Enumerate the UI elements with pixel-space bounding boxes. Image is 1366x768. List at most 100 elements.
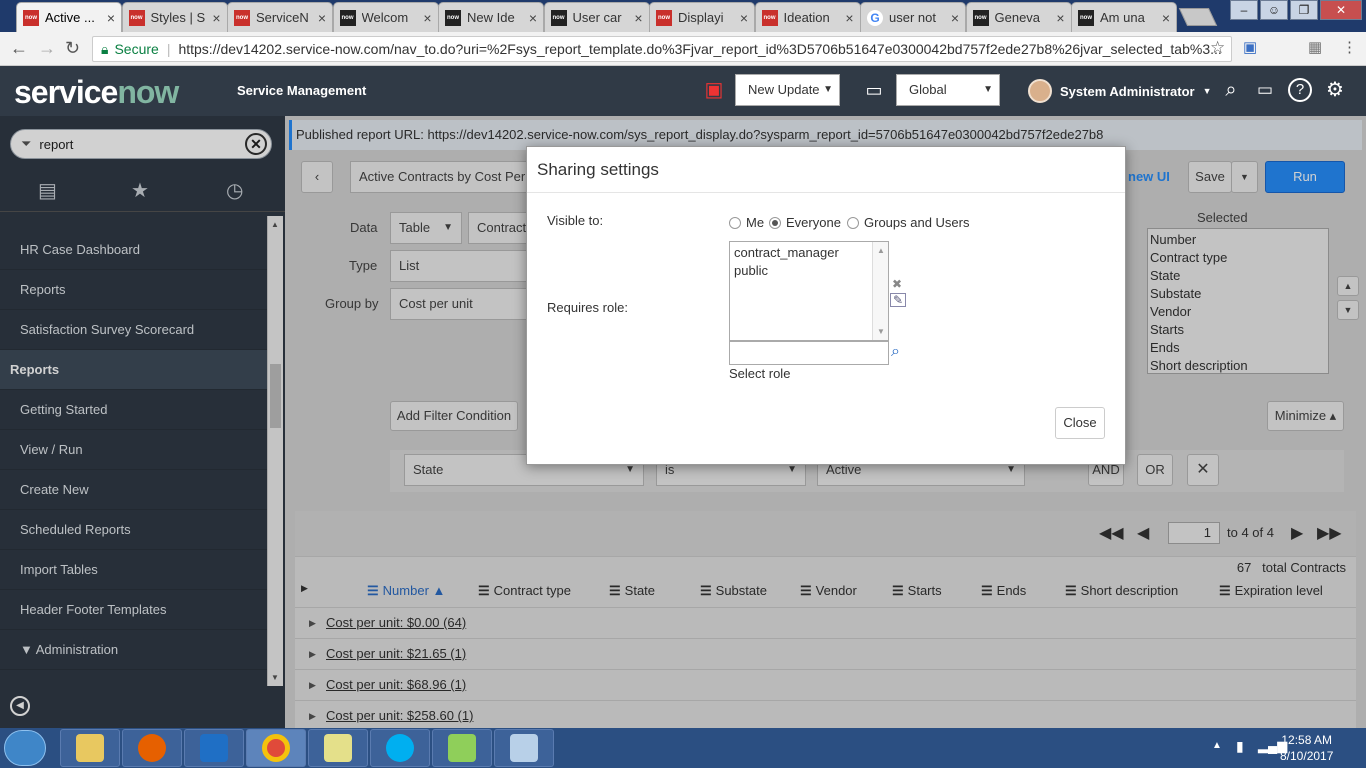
browser-tab[interactable]: now New Ide × [438,2,544,32]
edit-role-icon[interactable]: ✎ [890,293,906,307]
close-tab-icon[interactable]: × [318,10,326,26]
google-icon: G [867,9,883,26]
product-name: Service Management [237,83,367,98]
lookup-search-icon[interactable]: ⌕ [891,343,900,361]
tab-title: New Ide [467,10,515,25]
visibility-radio-option[interactable]: Everyone [769,215,841,230]
close-tab-icon[interactable]: × [107,10,115,26]
sharing-settings-dialog: Sharing settings Visible to: Me Everyone G… [526,146,1126,465]
radio-button[interactable] [847,216,859,229]
close-button[interactable]: Close [1055,407,1105,439]
tab-title: Styles | S [150,10,206,25]
servicenow-icon: now [1078,9,1094,26]
close-window-button[interactable]: ✕ [1320,0,1362,20]
folder-icon [76,734,104,762]
outlook-button[interactable] [184,729,244,767]
system-clock[interactable]: 12:58 AM 8/10/2017 [1280,732,1333,764]
browser-tab[interactable]: now Geneva × [965,2,1072,32]
roles-scrollbar[interactable]: ▲ ▼ [872,242,888,340]
snipping-tool-button[interactable] [494,729,554,767]
browser-tab[interactable]: now Ideation × [754,2,861,32]
extension-icon[interactable]: ▣ [1243,38,1257,56]
update-set-select[interactable]: New Update ▼ [735,74,840,106]
application-scope-icon: ▭ [865,80,883,100]
visibility-radio-option[interactable]: Me [729,215,764,230]
radio-button[interactable] [729,216,741,229]
skype-button[interactable] [370,729,430,767]
secure-label: Secure [114,41,159,57]
clock-time: 12:58 AM [1281,733,1333,747]
close-tab-icon[interactable]: × [845,10,853,26]
browser-tab[interactable]: now Welcom × [332,2,439,32]
start-button[interactable] [4,730,46,766]
servicenow-icon: now [23,9,39,26]
remove-role-icon[interactable]: ✖ [892,277,902,291]
user-menu[interactable]: System Administrator ▼ [1028,79,1212,103]
new-tab-button[interactable] [1178,8,1218,26]
roles-list[interactable]: contract_manager public ▲ ▼ [729,241,889,341]
close-tab-icon[interactable]: × [529,10,537,26]
user-profile-button[interactable]: ☺ [1260,0,1288,20]
close-tab-icon[interactable]: × [1162,10,1170,26]
address-bar: ← → ↻ 🔒︎ Secure | https://dev14202.servi… [0,32,1366,66]
scope-value: Global [909,82,947,97]
menu-icon[interactable]: ⋮ [1342,38,1357,56]
visibility-radio-option[interactable]: Groups and Users [847,215,970,230]
url-field[interactable]: 🔒︎ Secure | https://dev14202.service-now… [92,36,1232,62]
close-tab-icon[interactable]: × [423,10,431,26]
close-tab-icon[interactable]: × [212,10,220,26]
browser-tab[interactable]: now Displayi × [649,2,755,32]
reload-icon[interactable]: ↻ [65,38,80,59]
browser-tab[interactable]: now Styles | S × [121,2,228,32]
role-lookup-input[interactable] [729,341,889,365]
radio-label: Groups and Users [864,215,970,230]
app-header: servicenow Service Management ▣ New Upda… [0,66,1366,116]
avatar [1028,79,1052,103]
url-text: https://dev14202.service-now.com/nav_to.… [178,41,1222,57]
browser-tab[interactable]: now Am una × [1071,2,1177,32]
tab-title: Am una [1100,10,1145,25]
connect-chat-icon[interactable]: ▭ [1253,78,1277,102]
servicenow-icon: now [339,9,356,26]
help-icon[interactable]: ? [1288,78,1312,102]
battery-icon[interactable]: ▮ [1236,738,1244,755]
servicenow-logo[interactable]: servicenow [14,74,179,111]
extension-icon-2[interactable]: ▦ [1308,38,1322,56]
update-set-value: New Update [748,82,820,97]
back-icon[interactable]: ← [10,38,28,59]
browser-tab[interactable]: now Active ... × [16,2,122,32]
browser-tab[interactable]: now ServiceN × [227,2,333,32]
scope-select[interactable]: Global ▼ [896,74,1000,106]
clock-date: 8/10/2017 [1280,749,1334,763]
gear-icon[interactable]: ⚙ [1323,78,1347,102]
tab-title: Active ... [45,10,95,25]
close-tab-icon[interactable]: × [740,10,748,26]
sticky-notes-icon [324,734,352,762]
role-option[interactable]: contract_manager [734,244,884,262]
show-hidden-icons[interactable]: ▲ [1212,740,1222,751]
sticky-notes-button[interactable] [308,729,368,767]
snipping-tool-icon [510,734,538,762]
notepad-plus-button[interactable] [432,729,492,767]
tab-title: User car [572,10,622,25]
chevron-down-icon: ▼ [983,84,993,95]
search-icon[interactable]: ⌕ [1219,78,1243,102]
servicenow-icon: now [234,9,250,26]
select-role-label: Select role [729,366,791,381]
firefox-button[interactable] [122,729,182,767]
close-tab-icon[interactable]: × [951,10,959,26]
file-explorer-button[interactable] [60,729,120,767]
close-tab-icon[interactable]: × [634,10,642,26]
browser-tab[interactable]: Guser not × [860,2,966,32]
role-option[interactable]: public [734,262,884,280]
forward-icon[interactable]: → [38,38,56,59]
skype-icon [386,734,414,762]
radio-button[interactable] [769,216,781,229]
minimize-window-button[interactable]: – [1230,0,1258,20]
restore-window-button[interactable]: ❐ [1290,0,1318,20]
browser-tab[interactable]: now User car × [543,2,650,32]
chrome-button[interactable] [246,729,306,767]
user-name: System Administrator [1060,83,1195,99]
close-tab-icon[interactable]: × [1056,10,1064,26]
bookmark-star-icon[interactable]: ☆ [1210,38,1225,58]
